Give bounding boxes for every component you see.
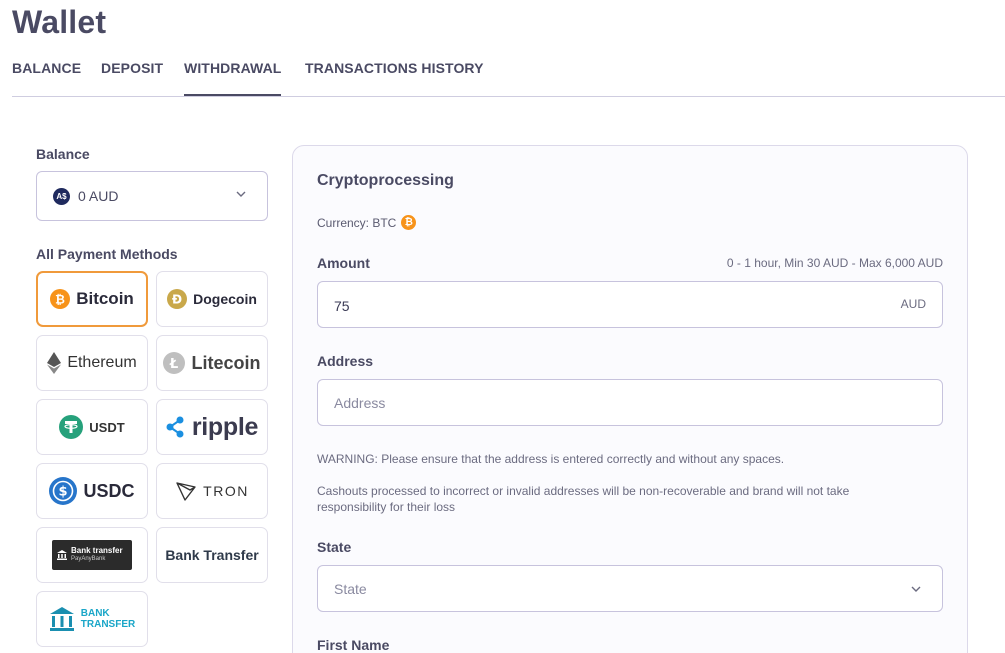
payment-method-usdt[interactable]: USDT bbox=[36, 399, 148, 455]
payment-method-bank-transfer-alt[interactable]: BANK TRANSFER bbox=[36, 591, 148, 647]
first-name-label: First Name bbox=[317, 637, 390, 653]
payment-method-usdc[interactable]: $ USDC bbox=[36, 463, 148, 519]
amount-currency-suffix: AUD bbox=[900, 297, 926, 311]
bank-transfer-badge: Bank transfer PayAnyBank bbox=[52, 540, 132, 570]
payment-method-litecoin[interactable]: Ł Litecoin bbox=[156, 335, 268, 391]
payment-method-ripple[interactable]: ripple bbox=[156, 399, 268, 455]
state-select[interactable]: State bbox=[317, 565, 943, 612]
svg-text:Ð: Ð bbox=[172, 293, 182, 307]
bank-label-line2: TRANSFER bbox=[80, 619, 136, 630]
withdrawal-form-panel: Cryptoprocessing Currency: BTC ₿ Amount … bbox=[292, 145, 968, 653]
address-placeholder: Address bbox=[334, 395, 386, 411]
payment-method-label: Ethereum bbox=[67, 354, 137, 371]
payment-method-ethereum[interactable]: Ethereum bbox=[36, 335, 148, 391]
chevron-down-icon bbox=[911, 586, 921, 592]
svg-text:₿: ₿ bbox=[55, 293, 65, 307]
svg-text:Ł: Ł bbox=[169, 357, 178, 372]
bank-label-line1: BANK bbox=[80, 608, 110, 619]
payment-methods-label: All Payment Methods bbox=[36, 246, 178, 262]
tab-balance[interactable]: BALANCE bbox=[12, 60, 81, 96]
ripple-icon bbox=[166, 416, 184, 438]
tab-transactions-history[interactable]: TRANSACTIONS HISTORY bbox=[305, 60, 484, 96]
dogecoin-icon: Ð bbox=[167, 289, 188, 309]
currency-info: Currency: BTC ₿ bbox=[317, 215, 417, 230]
amount-input[interactable]: 75 AUD bbox=[317, 281, 943, 328]
payment-method-tron[interactable]: TRON bbox=[156, 463, 268, 519]
payment-method-label: TRON bbox=[203, 483, 249, 499]
payment-method-bank-transfer[interactable]: Bank Transfer bbox=[156, 527, 268, 583]
payment-method-label: Bitcoin bbox=[76, 289, 134, 308]
bank-icon bbox=[57, 550, 67, 560]
tron-icon bbox=[176, 482, 196, 501]
tab-deposit[interactable]: DEPOSIT bbox=[101, 60, 163, 96]
amount-value: 75 bbox=[334, 298, 350, 314]
payment-method-label: ripple bbox=[191, 412, 259, 441]
form-title: Cryptoprocessing bbox=[317, 172, 454, 189]
payment-method-label: Litecoin bbox=[191, 352, 261, 373]
address-input[interactable]: Address bbox=[317, 379, 943, 426]
litecoin-icon: Ł bbox=[163, 352, 186, 374]
amount-label: Amount bbox=[317, 255, 370, 271]
page-title: Wallet bbox=[12, 4, 107, 40]
tether-icon bbox=[59, 415, 84, 439]
tab-withdrawal[interactable]: WITHDRAWAL bbox=[184, 60, 282, 96]
bank-transfer-title: Bank transfer bbox=[71, 546, 123, 555]
aud-currency-icon: A$ bbox=[53, 188, 70, 205]
bitcoin-icon: ₿ bbox=[401, 215, 417, 230]
payment-method-label: Dogecoin bbox=[193, 291, 257, 307]
state-label: State bbox=[317, 539, 352, 555]
usdc-icon: $ bbox=[49, 477, 78, 505]
address-warning: WARNING: Please ensure that the address … bbox=[317, 452, 785, 466]
tab-bar: BALANCE DEPOSIT WITHDRAWAL TRANSACTIONS … bbox=[12, 52, 1005, 97]
balance-select[interactable]: A$ 0 AUD bbox=[36, 171, 268, 221]
svg-text:$: $ bbox=[59, 485, 68, 500]
state-placeholder: State bbox=[334, 581, 367, 597]
payment-method-dogecoin[interactable]: Ð Dogecoin bbox=[156, 271, 268, 327]
address-notice: Cashouts processed to incorrect or inval… bbox=[317, 484, 850, 514]
payment-method-label: USDC bbox=[83, 480, 135, 501]
payment-method-label: Bank Transfer bbox=[165, 547, 259, 563]
bank-transfer-subtitle: PayAnyBank bbox=[71, 556, 106, 562]
bank-building-icon bbox=[49, 607, 74, 631]
balance-value: 0 AUD bbox=[78, 188, 119, 204]
payment-method-bank-transfer-payanybank[interactable]: Bank transfer PayAnyBank bbox=[36, 527, 148, 583]
amount-hint: 0 - 1 hour, Min 30 AUD - Max 6,000 AUD bbox=[726, 256, 943, 270]
currency-text: Currency: BTC bbox=[317, 215, 397, 230]
bitcoin-icon: ₿ bbox=[50, 289, 71, 309]
payment-method-bitcoin[interactable]: ₿ Bitcoin bbox=[36, 271, 148, 327]
payment-method-label: USDT bbox=[89, 419, 125, 435]
balance-label: Balance bbox=[36, 146, 90, 162]
ethereum-icon bbox=[47, 352, 62, 374]
address-label: Address bbox=[317, 353, 374, 369]
chevron-down-icon bbox=[236, 191, 246, 197]
